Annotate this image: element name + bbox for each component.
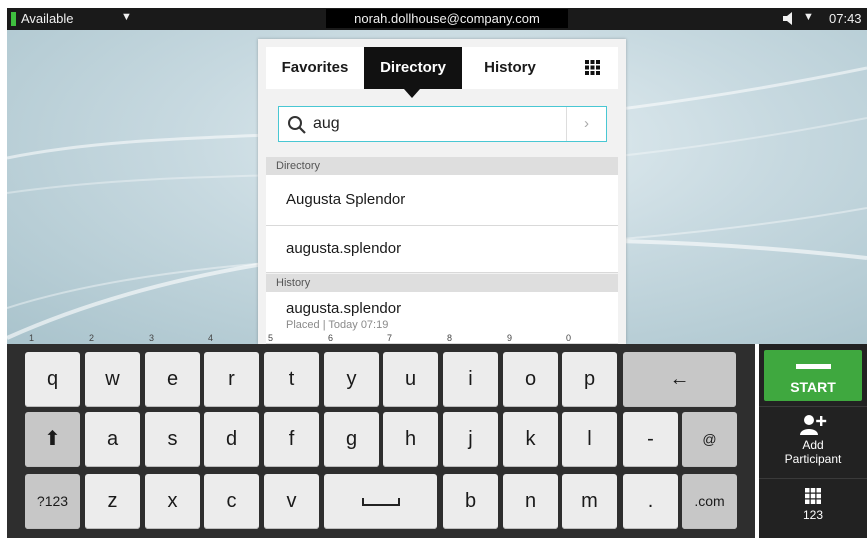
speaker-icon[interactable] — [783, 12, 795, 28]
search-icon — [287, 115, 307, 140]
section-header-history: History — [266, 274, 618, 292]
key-k[interactable]: k — [503, 412, 558, 467]
presence-status[interactable]: Available — [21, 11, 74, 26]
result-name: Augusta Splendor — [286, 191, 406, 208]
presence-indicator-icon — [11, 12, 16, 26]
add-person-icon — [800, 415, 827, 435]
section-header-directory: Directory — [266, 157, 618, 175]
list-item[interactable]: augusta.splendor — [266, 226, 618, 273]
call-panel: Favorites Directory History › Directory … — [258, 39, 626, 344]
start-button[interactable]: START — [764, 350, 862, 401]
dialpad-grid-icon — [584, 60, 600, 75]
volume-caret-icon[interactable]: ▼ — [803, 11, 814, 23]
add-participant-label: Add Participant — [784, 438, 842, 466]
key-w[interactable]: 2w — [85, 334, 140, 407]
key-at[interactable]: @ — [682, 412, 737, 467]
keypad-label: 123 — [802, 508, 824, 522]
key-shift[interactable]: ⬆ — [25, 412, 80, 467]
key-x[interactable]: x — [145, 474, 200, 529]
key-space[interactable] — [324, 474, 437, 529]
key-n[interactable]: n — [503, 474, 558, 529]
key-symbols[interactable]: ?123 — [25, 474, 80, 529]
status-bar: Available ▼ norah.dollhouse@company.com … — [7, 8, 867, 30]
tab-favorites[interactable]: Favorites — [266, 47, 364, 89]
key-j[interactable]: j — [443, 412, 498, 467]
start-bar-icon — [796, 364, 831, 369]
result-detail: Placed | Today 07:19 — [286, 319, 389, 331]
divider — [759, 478, 867, 479]
key-l[interactable]: l — [562, 412, 617, 467]
key-v[interactable]: v — [264, 474, 319, 529]
result-name: augusta.splendor — [286, 300, 402, 317]
key-r[interactable]: 4r — [204, 334, 259, 407]
key-g[interactable]: g — [324, 412, 379, 467]
active-tab-pointer — [404, 89, 420, 98]
add-participant-button[interactable]: Add Participant — [759, 410, 867, 474]
key-dash[interactable]: - — [623, 412, 678, 467]
result-name: augusta.splendor — [286, 240, 402, 257]
key-f[interactable]: f — [264, 412, 319, 467]
on-screen-keyboard: 1q 2w 3e 4r 5t 6y 7u 8i 9o 0p ← ⬆ a s d … — [7, 334, 755, 538]
keypad-button[interactable]: 123 — [759, 482, 867, 534]
key-z[interactable]: z — [85, 474, 140, 529]
key-o[interactable]: 9o — [503, 334, 558, 407]
key-p[interactable]: 0p — [562, 334, 617, 407]
call-actions-panel: START Add Participant 123 — [759, 344, 867, 538]
key-backspace[interactable]: ← — [623, 352, 736, 407]
tab-bar: Favorites Directory History — [266, 47, 618, 89]
key-t[interactable]: 5t — [264, 334, 319, 407]
key-h[interactable]: h — [383, 412, 438, 467]
account-label: norah.dollhouse@company.com — [326, 9, 568, 28]
bottom-strip — [0, 538, 867, 544]
key-c[interactable]: c — [204, 474, 259, 529]
search-input[interactable] — [313, 113, 563, 135]
presence-caret-icon[interactable]: ▼ — [121, 11, 132, 23]
key-b[interactable]: b — [443, 474, 498, 529]
tab-dialpad[interactable] — [566, 47, 618, 89]
key-q[interactable]: 1q — [25, 334, 80, 407]
tab-directory[interactable]: Directory — [364, 47, 462, 89]
list-item[interactable]: Augusta Splendor — [266, 175, 618, 226]
key-dotcom[interactable]: .com — [682, 474, 737, 529]
key-d[interactable]: d — [204, 412, 259, 467]
key-y[interactable]: 6y — [324, 334, 379, 407]
key-m[interactable]: m — [562, 474, 617, 529]
key-s[interactable]: s — [145, 412, 200, 467]
search-box[interactable]: › — [278, 106, 607, 142]
chevron-right-icon[interactable]: › — [566, 107, 606, 141]
key-a[interactable]: a — [85, 412, 140, 467]
divider — [759, 406, 867, 407]
key-i[interactable]: 8i — [443, 334, 498, 407]
dialpad-grid-icon — [805, 488, 821, 504]
key-period[interactable]: . — [623, 474, 678, 529]
tab-history[interactable]: History — [462, 47, 558, 89]
clock: 07:43 — [829, 11, 862, 26]
key-e[interactable]: 3e — [145, 334, 200, 407]
key-u[interactable]: 7u — [383, 334, 438, 407]
